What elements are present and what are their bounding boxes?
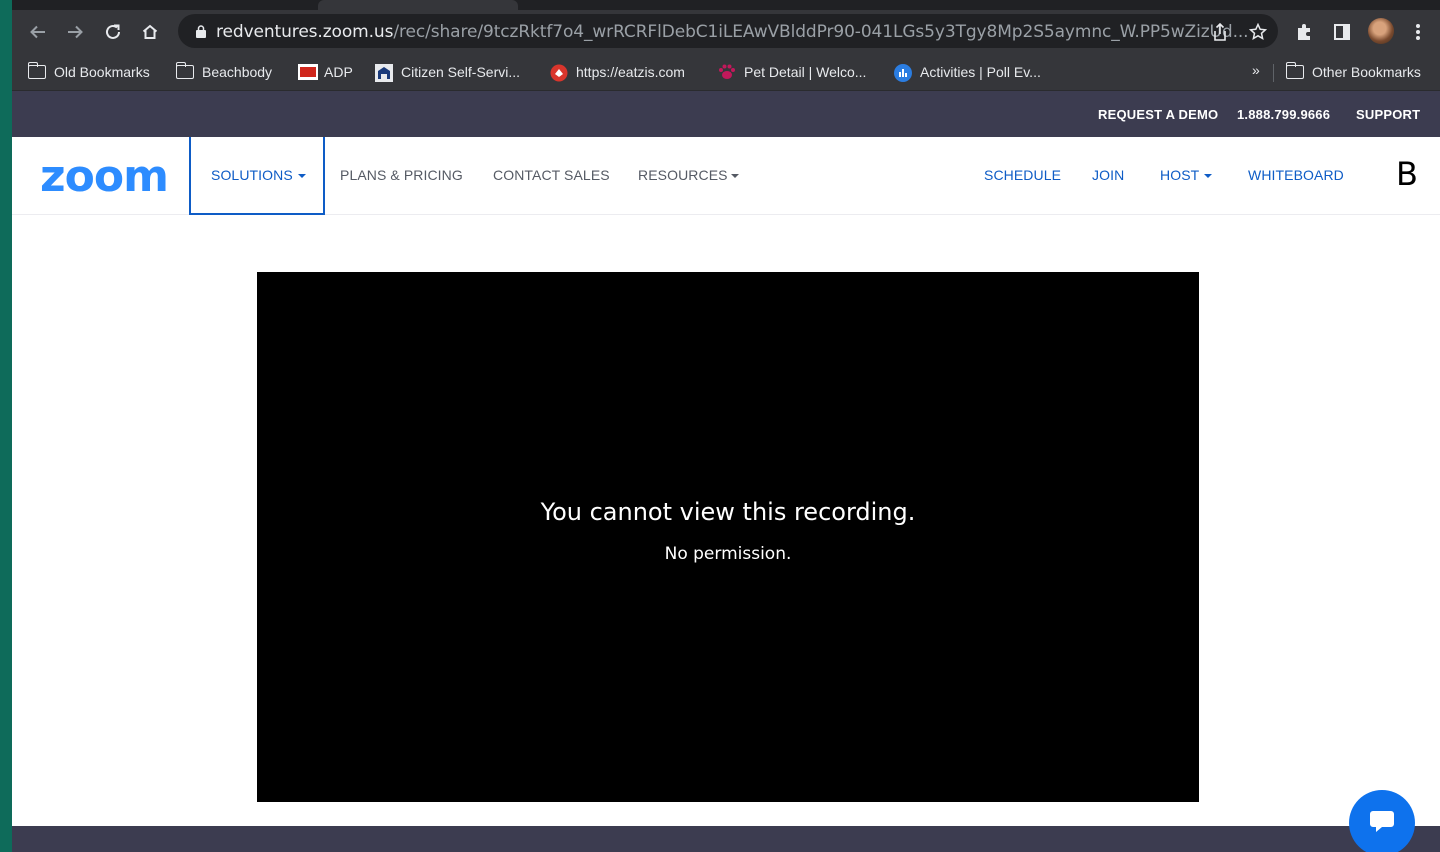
bookmark-poll-everywhere[interactable]: Activities | Poll Ev... [894,60,1041,84]
caret-down-icon [297,174,306,179]
bookmark-label: ADP [324,64,353,80]
citizen-icon [375,64,393,82]
browser-toolbar: redventures.zoom.us/rec/share/9tczRktf7o… [12,10,1440,54]
bookmark-label: Activities | Poll Ev... [920,64,1041,80]
lock-icon [196,25,206,43]
back-arrow-icon[interactable] [25,19,51,45]
nav-resources[interactable]: RESOURCES [638,167,739,183]
bookmark-old-bookmarks[interactable]: Old Bookmarks [27,60,150,84]
recording-player: You cannot view this recording. No permi… [257,272,1199,802]
nav-solutions[interactable]: SOLUTIONS [211,167,306,183]
bookmark-label: Old Bookmarks [54,64,150,80]
side-panel-icon[interactable] [1329,19,1355,45]
share-icon[interactable] [1210,22,1230,42]
caret-down-icon [1204,174,1213,179]
address-bar[interactable]: redventures.zoom.us/rec/share/9tczRktf7o… [178,14,1278,48]
nav-host[interactable]: HOST [1160,167,1213,183]
account-initial[interactable]: B [1396,155,1418,193]
bookmark-adp[interactable]: ADP [298,60,353,84]
folder-icon [1285,62,1304,79]
bookmark-label: Beachbody [202,64,273,80]
nav-host-label: HOST [1160,167,1200,183]
error-subtitle: No permission. [664,544,792,564]
folder-icon [175,62,194,79]
url-host: redventures.zoom.us [216,22,394,42]
nav-schedule[interactable]: SCHEDULE [984,167,1061,183]
bookmark-eatzis[interactable]: https://eatzis.com [550,60,685,84]
reload-icon[interactable] [100,19,126,45]
chat-button[interactable] [1349,790,1415,852]
footer-bar [12,826,1440,852]
bookmark-label: Citizen Self-Servi... [401,64,521,80]
bookmark-other-bookmarks[interactable]: Other Bookmarks [1285,60,1421,84]
tab-strip [12,0,1440,10]
main-nav: zoom SOLUTIONS PLANS & PRICING CONTACT S… [12,137,1440,215]
eatzis-icon [550,64,568,82]
profile-avatar[interactable] [1368,18,1394,44]
nav-solutions-label: SOLUTIONS [211,167,293,183]
active-tab[interactable] [318,0,518,10]
bookmark-beachbody[interactable]: Beachbody [175,60,273,84]
bookmarks-bar: Old Bookmarks Beachbody ADP Citizen Self… [12,54,1440,91]
request-demo-link[interactable]: REQUEST A DEMO [1098,107,1218,122]
home-icon[interactable] [137,19,163,45]
bookmark-label: Pet Detail | Welco... [744,64,867,80]
utility-bar: REQUEST A DEMO 1.888.799.9666 SUPPORT [12,91,1440,137]
caret-down-icon [730,174,739,179]
star-icon[interactable] [1248,22,1268,42]
zoom-logo[interactable]: zoom [40,151,169,202]
nav-whiteboard[interactable]: WHITEBOARD [1248,167,1344,183]
paw-icon [718,64,736,80]
support-link[interactable]: SUPPORT [1356,107,1420,122]
nav-join[interactable]: JOIN [1092,167,1124,183]
more-menu-icon[interactable] [1405,19,1431,45]
bookmarks-divider [1273,64,1274,82]
url-text[interactable]: redventures.zoom.us/rec/share/9tczRktf7o… [216,22,1249,42]
nav-plans-pricing[interactable]: PLANS & PRICING [340,167,463,183]
nav-resources-label: RESOURCES [638,167,728,183]
bookmarks-overflow-button[interactable]: » [1252,62,1260,78]
error-title: You cannot view this recording. [540,498,916,526]
phone-link[interactable]: 1.888.799.9666 [1237,107,1330,122]
extensions-icon[interactable] [1291,19,1317,45]
bookmark-citizen-self-service[interactable]: Citizen Self-Servi... [375,60,520,84]
bookmark-pet-detail[interactable]: Pet Detail | Welco... [718,60,866,84]
nav-contact-sales[interactable]: CONTACT SALES [493,167,610,183]
browser-window: redventures.zoom.us/rec/share/9tczRktf7o… [12,0,1440,852]
adp-icon [298,64,318,80]
folder-icon [27,62,46,79]
bookmark-label: https://eatzis.com [576,64,685,80]
chat-bubble-icon [1369,809,1395,838]
poll-icon [894,64,912,82]
forward-arrow-icon[interactable] [62,19,88,45]
url-path: /rec/share/9tczRktf7o4_wrRCRFlDebC1iLEAw… [393,22,1249,42]
bookmark-label: Other Bookmarks [1312,64,1421,80]
